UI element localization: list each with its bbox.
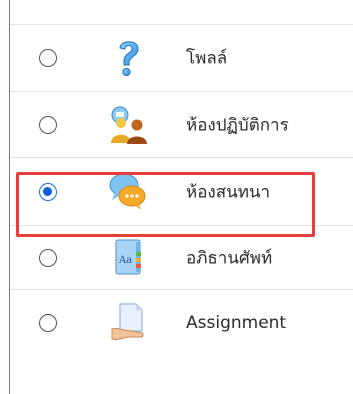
activity-option-workshop[interactable]: ห้องปฏิบัติการ (10, 92, 353, 158)
activity-chooser-list: โพลล์ ห้องปฏิบัติการ ห้องสนทนา Aa อภิธาน… (9, 0, 353, 394)
activity-label: ห้องปฏิบัติการ (186, 115, 289, 135)
activity-label: Assignment (186, 313, 287, 333)
chat-icon (106, 170, 150, 214)
workshop-icon (106, 103, 150, 147)
activity-label: โพลล์ (186, 48, 228, 69)
activity-label: อภิธานศัพท์ (186, 248, 273, 268)
glossary-icon: Aa (106, 236, 150, 280)
activity-label: ห้องสนทนา (186, 182, 271, 202)
activity-option-glossary[interactable]: Aa อภิธานศัพท์ (10, 226, 353, 290)
activity-radio-selected[interactable] (39, 182, 57, 201)
activity-option-assignment[interactable]: Assignment (10, 290, 353, 356)
activity-radio[interactable] (39, 248, 57, 267)
activity-radio[interactable] (39, 314, 57, 332)
activity-radio[interactable] (39, 115, 57, 134)
activity-option-chat[interactable]: ห้องสนทนา (10, 158, 353, 226)
activity-option-choice[interactable]: โพลล์ (10, 25, 353, 92)
svg-text:Aa: Aa (118, 255, 132, 266)
assignment-icon (106, 301, 150, 345)
activity-radio[interactable] (39, 49, 57, 67)
question-icon (106, 36, 150, 80)
